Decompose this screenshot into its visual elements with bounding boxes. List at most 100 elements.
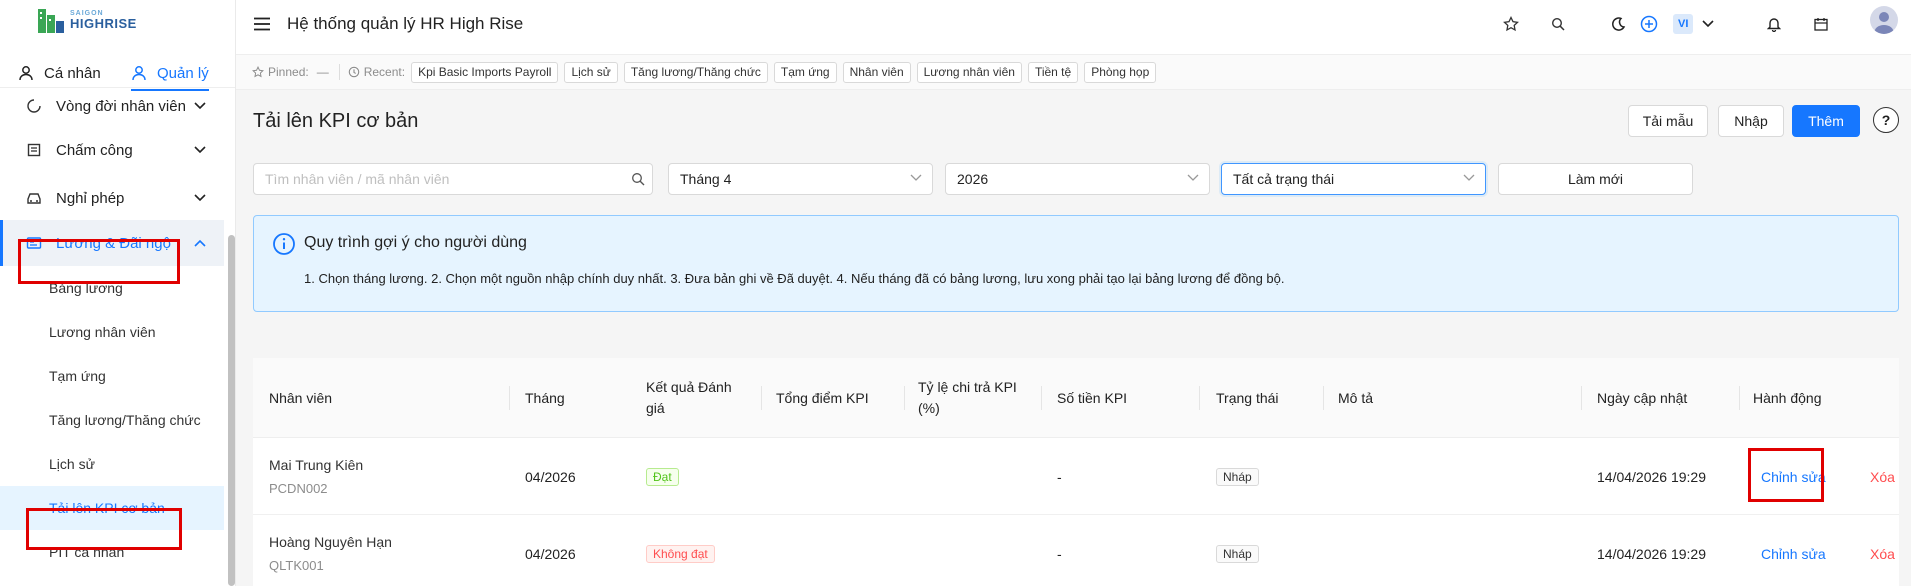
clock-icon bbox=[348, 66, 359, 78]
amount-cell: - bbox=[1057, 468, 1062, 485]
sidebar-subitem-promotion[interactable]: Tăng lương/Thăng chức bbox=[0, 398, 224, 442]
employee-cell: Hoàng Nguyên Hạn QLTK001 bbox=[269, 515, 392, 586]
sidebar-item-label: Chấm công bbox=[56, 141, 133, 159]
guidance-notice: Quy trình gợi ý cho người dùng 1. Chọn t… bbox=[253, 215, 1899, 312]
search-input[interactable]: Tìm nhân viên / mã nhân viên bbox=[253, 163, 624, 195]
kpi-table: Nhân viên Tháng Kết quả Đánh giá Tổng đi… bbox=[253, 358, 1899, 586]
user-icon bbox=[19, 66, 33, 81]
column-header-total: Tổng điểm KPI bbox=[776, 389, 869, 406]
column-header-amount: Số tiền KPI bbox=[1057, 389, 1128, 406]
app-title: Hệ thống quản lý HR High Rise bbox=[287, 14, 524, 33]
delete-link[interactable]: Xóa bbox=[1870, 469, 1895, 485]
import-button[interactable]: Nhập bbox=[1718, 105, 1784, 137]
language-selector[interactable]: VI bbox=[1673, 14, 1694, 34]
sidebar-scrollbar[interactable] bbox=[228, 235, 235, 586]
chevron-down-icon bbox=[194, 194, 206, 202]
company-logo[interactable]: SAIGON HIGHRISE bbox=[36, 4, 137, 36]
chevron-down-icon bbox=[194, 146, 206, 154]
chevron-up-icon bbox=[194, 239, 206, 247]
delete-cell: Xóa bbox=[1870, 438, 1895, 515]
pinned-label: Pinned: bbox=[268, 65, 309, 79]
star-icon bbox=[252, 66, 264, 78]
edit-cell: Chỉnh sửa bbox=[1761, 438, 1826, 515]
delete-link[interactable]: Xóa bbox=[1870, 546, 1895, 562]
tab-personal-label: Cá nhân bbox=[44, 64, 101, 82]
page-title: Tải lên KPI cơ bản bbox=[253, 110, 419, 132]
sidebar-item-label: Lương & Đãi ngộ bbox=[56, 234, 171, 252]
updated-cell: 14/04/2026 19:29 bbox=[1597, 468, 1706, 485]
year-select[interactable]: 2026 bbox=[945, 163, 1210, 195]
employee-cell: Mai Trung Kiên PCDN002 bbox=[269, 438, 363, 515]
recent-chip[interactable]: Tạm ứng bbox=[773, 61, 837, 83]
tab-manage-label: Quản lý bbox=[157, 64, 209, 82]
star-icon[interactable] bbox=[1501, 14, 1521, 34]
delete-cell: Xóa bbox=[1870, 515, 1895, 586]
column-header-employee: Nhân viên bbox=[269, 389, 333, 406]
chevron-down-icon bbox=[194, 102, 206, 110]
status-cell: Nháp bbox=[1216, 515, 1259, 586]
edit-link[interactable]: Chỉnh sửa bbox=[1761, 469, 1826, 485]
hamburger-menu-icon[interactable] bbox=[254, 17, 270, 31]
divider bbox=[338, 64, 340, 80]
top-header: Hệ thống quản lý HR High Rise VI bbox=[236, 0, 1911, 50]
sidebar-subitem-history[interactable]: Lịch sử bbox=[0, 442, 224, 486]
month-select-value: Tháng 4 bbox=[680, 171, 732, 187]
result-badge: Không đạt bbox=[646, 544, 715, 563]
bell-icon[interactable] bbox=[1764, 14, 1784, 34]
employee-name: Hoàng Nguyên Hạn bbox=[269, 534, 392, 550]
search-icon[interactable] bbox=[1548, 14, 1568, 34]
user-avatar[interactable] bbox=[1870, 6, 1898, 34]
lifecycle-icon bbox=[26, 98, 42, 114]
column-divider bbox=[1581, 386, 1582, 410]
status-badge: Nháp bbox=[1216, 544, 1259, 563]
column-divider bbox=[1041, 386, 1042, 410]
sidebar-subitem-label: Lương nhân viên bbox=[49, 324, 156, 340]
help-icon[interactable]: ? bbox=[1873, 107, 1899, 133]
table-row: Hoàng Nguyên Hạn QLTK001 04/2026 Không đ… bbox=[253, 515, 1899, 586]
sidebar-item-leave[interactable]: Nghỉ phép bbox=[0, 176, 224, 220]
sidebar-subitem-label: Tải lên KPI cơ bản bbox=[49, 500, 165, 516]
recent-chip[interactable]: Tăng lương/Thăng chức bbox=[623, 61, 768, 83]
chevron-down-icon[interactable] bbox=[1698, 14, 1718, 34]
sidebar-subitem-kpi-upload[interactable]: Tải lên KPI cơ bản bbox=[0, 486, 224, 530]
recent-chip[interactable]: Phòng họp bbox=[1084, 61, 1157, 83]
sidebar-subitem-advance[interactable]: Tạm ứng bbox=[0, 354, 224, 398]
month-select[interactable]: Tháng 4 bbox=[668, 163, 933, 195]
building-logo-icon bbox=[38, 9, 64, 33]
recent-chip[interactable]: Lịch sử bbox=[564, 61, 618, 83]
year-select-value: 2026 bbox=[957, 171, 989, 187]
sidebar-subitem-employee-salary[interactable]: Lương nhân viên bbox=[0, 310, 224, 354]
updated-cell: 14/04/2026 19:29 bbox=[1597, 545, 1706, 562]
refresh-button[interactable]: Làm mới bbox=[1498, 163, 1693, 195]
sidebar-item-label: Nghỉ phép bbox=[56, 189, 125, 207]
dark-mode-icon[interactable] bbox=[1608, 14, 1628, 34]
search-button[interactable] bbox=[623, 163, 653, 195]
amount-cell: - bbox=[1057, 545, 1062, 562]
sidebar-subitem-label: PIT cá nhân bbox=[49, 544, 125, 560]
sidebar-item-salary[interactable]: Lương & Đãi ngộ bbox=[0, 220, 224, 266]
chevron-down-icon bbox=[910, 174, 922, 181]
user-icon bbox=[132, 66, 146, 81]
recent-chip[interactable]: Lương nhân viên bbox=[916, 61, 1022, 83]
table-row: Mai Trung Kiên PCDN002 04/2026 Đạt - Nhá… bbox=[253, 438, 1899, 515]
sidebar-subitem-pit[interactable]: PIT cá nhân bbox=[0, 530, 224, 574]
sidebar-subitem-payroll[interactable]: Bảng lương bbox=[0, 266, 224, 310]
sidebar-item-lifecycle[interactable]: Vòng đời nhân viên bbox=[0, 84, 224, 128]
sidebar-item-timesheet[interactable]: Chấm công bbox=[0, 128, 224, 172]
status-cell: Nháp bbox=[1216, 438, 1259, 515]
recent-chip[interactable]: Tiền tệ bbox=[1027, 61, 1079, 83]
edit-link[interactable]: Chỉnh sửa bbox=[1761, 546, 1826, 562]
add-circle-icon[interactable] bbox=[1639, 14, 1659, 34]
status-select[interactable]: Tất cả trạng thái bbox=[1221, 163, 1486, 195]
employee-code: PCDN002 bbox=[269, 481, 328, 496]
column-header-description: Mô tả bbox=[1338, 389, 1374, 406]
add-button[interactable]: Thêm bbox=[1792, 105, 1860, 137]
download-template-button[interactable]: Tải mẫu bbox=[1628, 105, 1708, 137]
recent-chip[interactable]: Kpi Basic Imports Payroll bbox=[411, 61, 559, 83]
column-divider bbox=[1739, 386, 1740, 410]
result-cell: Không đạt bbox=[646, 515, 715, 586]
calendar-icon[interactable] bbox=[1811, 14, 1831, 34]
recent-chip[interactable]: Nhân viên bbox=[842, 61, 911, 83]
employee-code: QLTK001 bbox=[269, 558, 324, 573]
column-header-updated: Ngày cập nhật bbox=[1597, 389, 1688, 406]
